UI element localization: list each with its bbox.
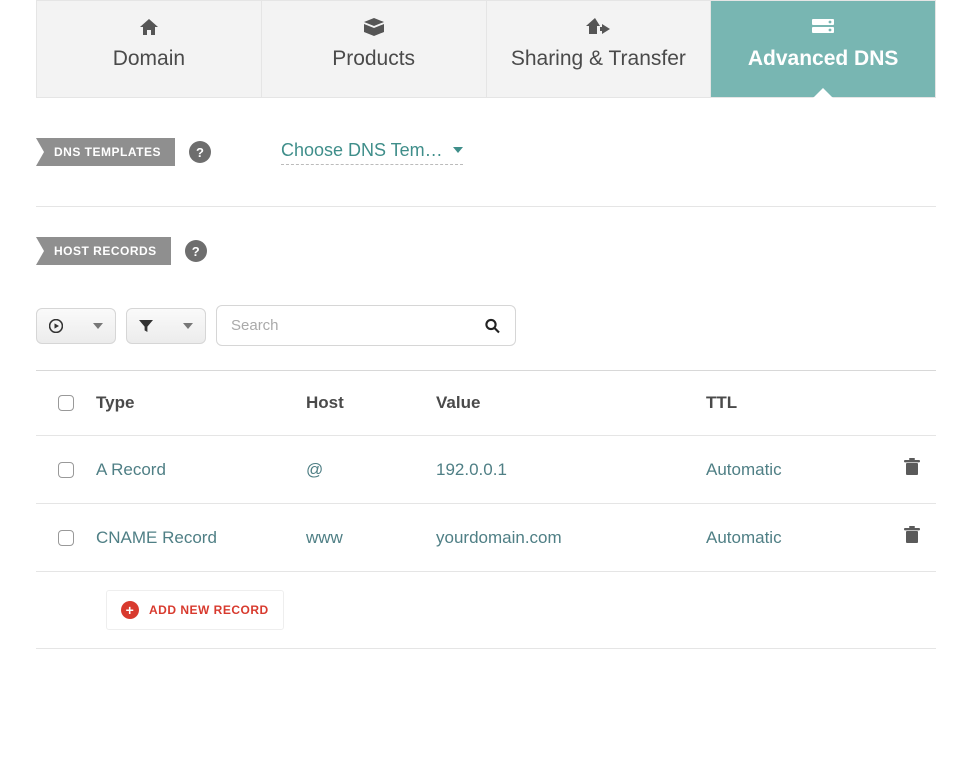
add-button-label: ADD NEW RECORD [149,603,269,617]
col-host: Host [306,393,436,413]
search-icon [485,318,500,333]
table-header: Type Host Value TTL [36,371,936,436]
table-row: A Record @ 192.0.0.1 Automatic [36,436,936,504]
dns-templates-badge: DNS TEMPLATES [36,138,175,166]
tab-domain[interactable]: Domain [37,1,262,97]
tab-label: Advanced DNS [711,47,935,71]
cell-ttl[interactable]: Automatic [706,460,856,480]
trash-icon[interactable] [904,526,920,544]
tab-label: Products [262,47,486,71]
add-record-button[interactable]: + ADD NEW RECORD [106,590,284,630]
tabs: Domain Products Sharing & Transfer Advan… [36,0,936,98]
home-icon [37,15,261,39]
cell-value[interactable]: yourdomain.com [436,528,706,548]
dns-template-dropdown[interactable]: Choose DNS Tem… [281,140,463,165]
plus-icon: + [121,601,139,619]
filter-dropdown[interactable] [126,308,206,344]
row-checkbox[interactable] [58,530,74,546]
box-icon [262,15,486,39]
tab-advanced-dns[interactable]: Advanced DNS [711,1,935,97]
trash-icon[interactable] [904,458,920,476]
table-row: CNAME Record www yourdomain.com Automati… [36,504,936,572]
play-icon [49,319,63,333]
tab-label: Domain [37,47,261,71]
col-type: Type [96,393,306,413]
help-icon[interactable]: ? [189,141,211,163]
dropdown-label: Choose DNS Tem… [281,140,443,161]
filter-icon [139,319,153,333]
cell-host[interactable]: @ [306,460,436,480]
cell-value[interactable]: 192.0.0.1 [436,460,706,480]
cell-type[interactable]: A Record [96,460,306,480]
cell-type[interactable]: CNAME Record [96,528,306,548]
col-ttl: TTL [706,393,856,413]
chevron-down-icon [183,323,193,329]
tab-products[interactable]: Products [262,1,487,97]
server-icon [711,15,935,39]
chevron-down-icon [93,323,103,329]
tab-label: Sharing & Transfer [487,47,711,71]
chevron-down-icon [453,147,463,153]
cell-host[interactable]: www [306,528,436,548]
help-icon[interactable]: ? [185,240,207,262]
host-records-badge: HOST RECORDS [36,237,171,265]
col-value: Value [436,393,706,413]
share-icon [487,15,711,39]
tab-sharing[interactable]: Sharing & Transfer [487,1,712,97]
add-row: + ADD NEW RECORD [36,572,936,649]
select-all-checkbox[interactable] [58,395,74,411]
toolbar [36,305,936,346]
search-input[interactable] [216,305,516,346]
action-dropdown[interactable] [36,308,116,344]
row-checkbox[interactable] [58,462,74,478]
divider [36,206,936,207]
search-box [216,305,516,346]
records-table: Type Host Value TTL A Record @ 192.0.0.1… [36,370,936,649]
cell-ttl[interactable]: Automatic [706,528,856,548]
